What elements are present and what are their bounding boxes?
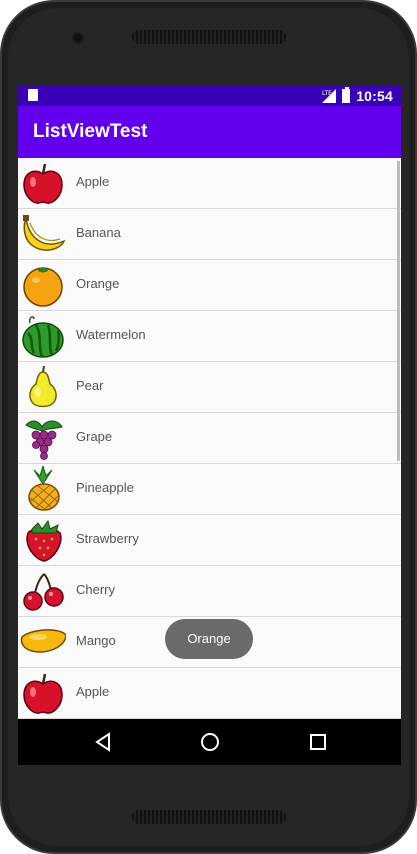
status-icons: LTE 10:54 [322,86,393,104]
fruit-label: Mango [76,633,116,648]
orange-icon [23,267,63,307]
strawberry-icon [26,519,62,562]
fruit-label: Cherry [76,582,116,597]
list-item[interactable]: Pineapple [18,464,401,515]
recent-apps-icon[interactable] [305,729,331,755]
fruit-label: Banana [76,225,121,240]
status-time: 10:54 [356,87,393,104]
phone-frame: LTE 10:54 ListViewTest Apple Banana Oran… [0,0,417,854]
list-item[interactable]: Strawberry [18,515,401,566]
app-title: ListViewTest [33,121,148,142]
pear-icon [29,365,57,408]
list-item[interactable]: Grape [18,413,401,464]
fruit-label: Strawberry [76,531,139,546]
mango-icon [20,629,66,653]
apple-icon [23,673,63,714]
fruit-label: Pear [76,378,104,393]
toast-message: Orange [165,619,253,659]
navigation-bar [18,719,401,765]
fruit-label: Apple [76,174,110,189]
fruit-label: Orange [76,276,120,291]
app-bar: ListViewTest [18,106,401,158]
battery-icon [342,86,351,103]
pineapple-icon [28,466,60,511]
list-item[interactable]: Orange [18,260,401,311]
home-icon[interactable] [197,729,223,755]
list-scrollbar[interactable] [397,161,400,461]
lte-signal-icon: LTE [322,88,337,103]
list-item[interactable]: Cherry [18,566,401,617]
status-bar: LTE 10:54 [18,85,401,106]
back-icon[interactable] [90,729,116,755]
svg-text:LTE: LTE [322,90,332,97]
fruit-label: Grape [76,429,113,444]
list-item[interactable]: Apple [18,668,401,719]
front-camera [72,32,84,44]
bottom-speaker [132,810,286,824]
screen: LTE 10:54 ListViewTest Apple Banana Oran… [18,85,401,765]
fruit-label: Apple [76,684,110,699]
cherry-icon [23,573,64,611]
sd-card-icon [28,89,38,101]
grape-icon [25,420,63,460]
list-item[interactable]: Pear [18,362,401,413]
list-item[interactable]: Banana [18,209,401,260]
top-speaker [132,30,286,44]
watermelon-icon [22,316,64,358]
banana-icon [23,215,66,251]
apple-icon [23,163,63,204]
fruit-label: Watermelon [76,327,146,342]
list-item[interactable]: Apple [18,158,401,209]
fruit-label: Pineapple [76,480,134,495]
list-item[interactable]: Watermelon [18,311,401,362]
